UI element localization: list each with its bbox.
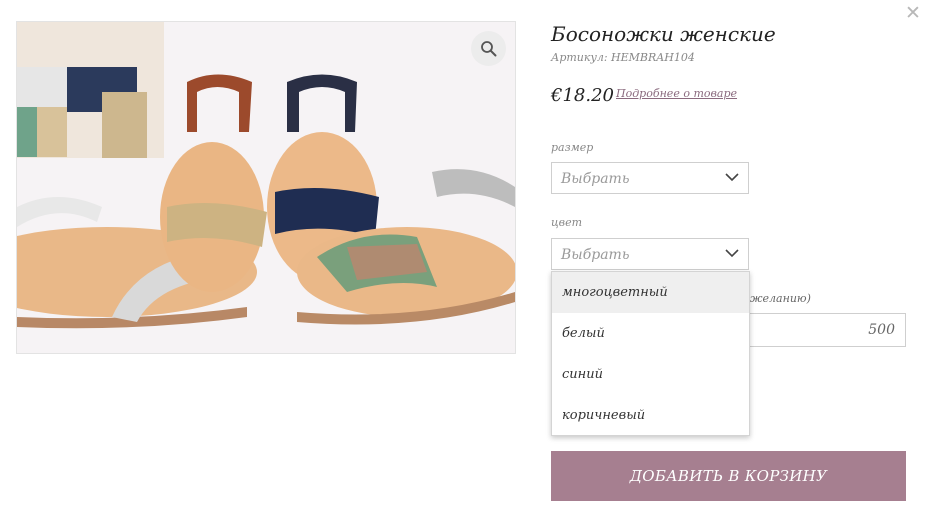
color-select[interactable]: Выбрать xyxy=(551,238,749,270)
product-image xyxy=(16,21,516,354)
zoom-button[interactable] xyxy=(471,31,506,66)
size-select[interactable]: Выбрать xyxy=(551,162,749,194)
product-details-link[interactable]: Подробнее о товаре xyxy=(616,87,737,100)
chevron-down-icon xyxy=(725,249,739,258)
size-label: размер xyxy=(551,141,594,154)
add-to-cart-button[interactable]: ДОБАВИТЬ В КОРЗИНУ xyxy=(551,451,906,501)
product-title: Босоножки женские xyxy=(551,22,776,46)
amount-input[interactable]: 500 xyxy=(749,313,906,347)
color-label: цвет xyxy=(551,216,583,229)
color-dropdown: многоцветный белый синий коричневый xyxy=(551,271,750,436)
color-select-value: Выбрать xyxy=(561,247,630,263)
chevron-down-icon xyxy=(725,173,739,182)
product-sku: Артикул: HEMBRAH104 xyxy=(551,51,695,64)
color-option-brown[interactable]: коричневый xyxy=(552,395,749,436)
size-select-value: Выбрать xyxy=(561,171,630,187)
close-icon[interactable]: ✕ xyxy=(903,3,923,23)
amount-label: желанию) xyxy=(750,292,811,305)
color-option-white[interactable]: белый xyxy=(552,313,749,354)
product-price: €18.20 xyxy=(551,85,614,106)
color-option-multicolor[interactable]: многоцветный xyxy=(552,272,749,313)
amount-input-value: 500 xyxy=(868,322,895,338)
color-option-blue[interactable]: синий xyxy=(552,354,749,395)
sandals-photo xyxy=(17,22,515,353)
search-icon xyxy=(481,41,497,57)
